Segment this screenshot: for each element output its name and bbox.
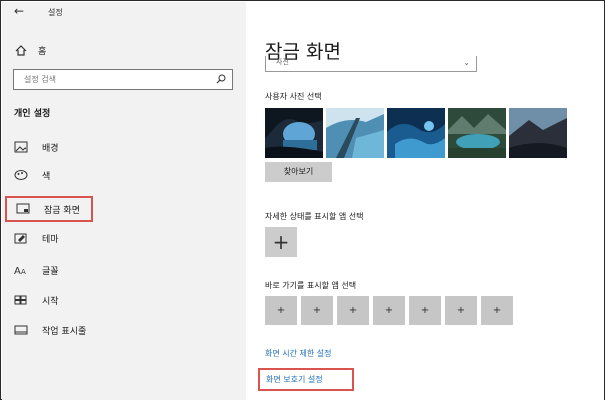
detail-app-label: 자세한 상태를 표시할 앱 선택 xyxy=(265,212,364,221)
title-bar: ← 설정 xyxy=(2,2,246,24)
thumbnail-mountain-lake[interactable] xyxy=(448,108,506,158)
svg-text:A: A xyxy=(21,268,26,276)
quick-app-slot[interactable]: + xyxy=(481,296,513,325)
svg-text:A: A xyxy=(14,266,21,276)
sidebar-item-start[interactable]: 시작 xyxy=(14,292,59,308)
background-type-dropdown[interactable]: 사진 ⌄ xyxy=(265,56,477,72)
search-input[interactable]: 설정 검색 xyxy=(13,69,233,90)
theme-icon xyxy=(14,233,27,244)
window: ← 설정 홈 설정 검색 개인 설정 배경 색 잠금 화면 테마 A A 글꼴 … xyxy=(0,0,605,400)
thumbnail-waterfall[interactable] xyxy=(326,108,384,158)
thumbnail-mountain-dusk[interactable] xyxy=(509,108,567,158)
sidebar-item-label: 색 xyxy=(42,171,51,182)
screen-timeout-link[interactable]: 화면 시간 제한 설정 xyxy=(265,348,332,359)
picture-thumbnails xyxy=(265,108,567,158)
start-icon xyxy=(14,295,27,305)
sidebar-item-label: 글꼴 xyxy=(42,266,59,277)
quick-app-slot[interactable]: + xyxy=(445,296,477,325)
sidebar: ← 설정 홈 설정 검색 개인 설정 배경 색 잠금 화면 테마 A A 글꼴 … xyxy=(2,2,246,400)
home-label: 홈 xyxy=(38,46,47,57)
search-icon[interactable] xyxy=(216,74,226,84)
quick-app-slot[interactable]: + xyxy=(409,296,441,325)
sidebar-item-label: 테마 xyxy=(42,234,59,245)
font-icon: A A xyxy=(14,266,26,276)
sidebar-item-color[interactable]: 색 xyxy=(14,167,50,183)
sidebar-item-lock-screen[interactable]: 잠금 화면 xyxy=(5,196,93,222)
main-panel: 잠금 화면 사진 ⌄ 사용자 사진 선택 찾아보기 자세한 상태를 표시할 앱 … xyxy=(246,2,604,400)
sidebar-item-theme[interactable]: 테마 xyxy=(14,230,59,246)
sidebar-item-label: 잠금 화면 xyxy=(44,205,80,216)
chevron-down-icon: ⌄ xyxy=(463,58,470,67)
screensaver-settings-link[interactable]: 화면 보호기 설정 xyxy=(258,368,354,391)
home-icon xyxy=(15,44,27,56)
quick-app-slot[interactable]: + xyxy=(337,296,369,325)
sidebar-item-fonts[interactable]: A A 글꼴 xyxy=(14,262,59,278)
search-placeholder: 설정 검색 xyxy=(24,75,56,84)
sidebar-item-label: 시작 xyxy=(42,296,59,307)
palette-icon xyxy=(14,170,28,180)
image-icon xyxy=(14,141,28,153)
sidebar-item-background[interactable]: 배경 xyxy=(14,139,59,155)
detail-app-add-button[interactable]: + xyxy=(265,227,297,257)
sidebar-item-label: 작업 표시줄 xyxy=(42,326,87,337)
browse-button[interactable]: 찾아보기 xyxy=(265,162,332,182)
thumbnail-cave-beach[interactable] xyxy=(265,108,323,158)
sidebar-item-label: 배경 xyxy=(42,143,59,154)
quick-app-slot[interactable]: + xyxy=(265,296,297,325)
sidebar-item-taskbar[interactable]: 작업 표시줄 xyxy=(14,322,86,338)
thumbnail-ocean-wave[interactable] xyxy=(387,108,445,158)
quick-app-slots: + + + + + + + xyxy=(265,296,513,325)
choose-picture-label: 사용자 사진 선택 xyxy=(265,92,322,101)
dropdown-value: 사진 xyxy=(276,58,289,66)
app-title: 설정 xyxy=(48,8,63,17)
back-arrow-icon[interactable]: ← xyxy=(14,4,24,18)
section-heading: 개인 설정 xyxy=(14,109,51,119)
taskbar-icon xyxy=(14,325,28,335)
lock-screen-icon xyxy=(16,203,30,214)
quick-app-slot[interactable]: + xyxy=(373,296,405,325)
quick-app-slot[interactable]: + xyxy=(301,296,333,325)
nav-home[interactable]: 홈 xyxy=(15,43,46,57)
quick-apps-label: 바로 가기를 표시할 앱 선택 xyxy=(265,281,357,290)
